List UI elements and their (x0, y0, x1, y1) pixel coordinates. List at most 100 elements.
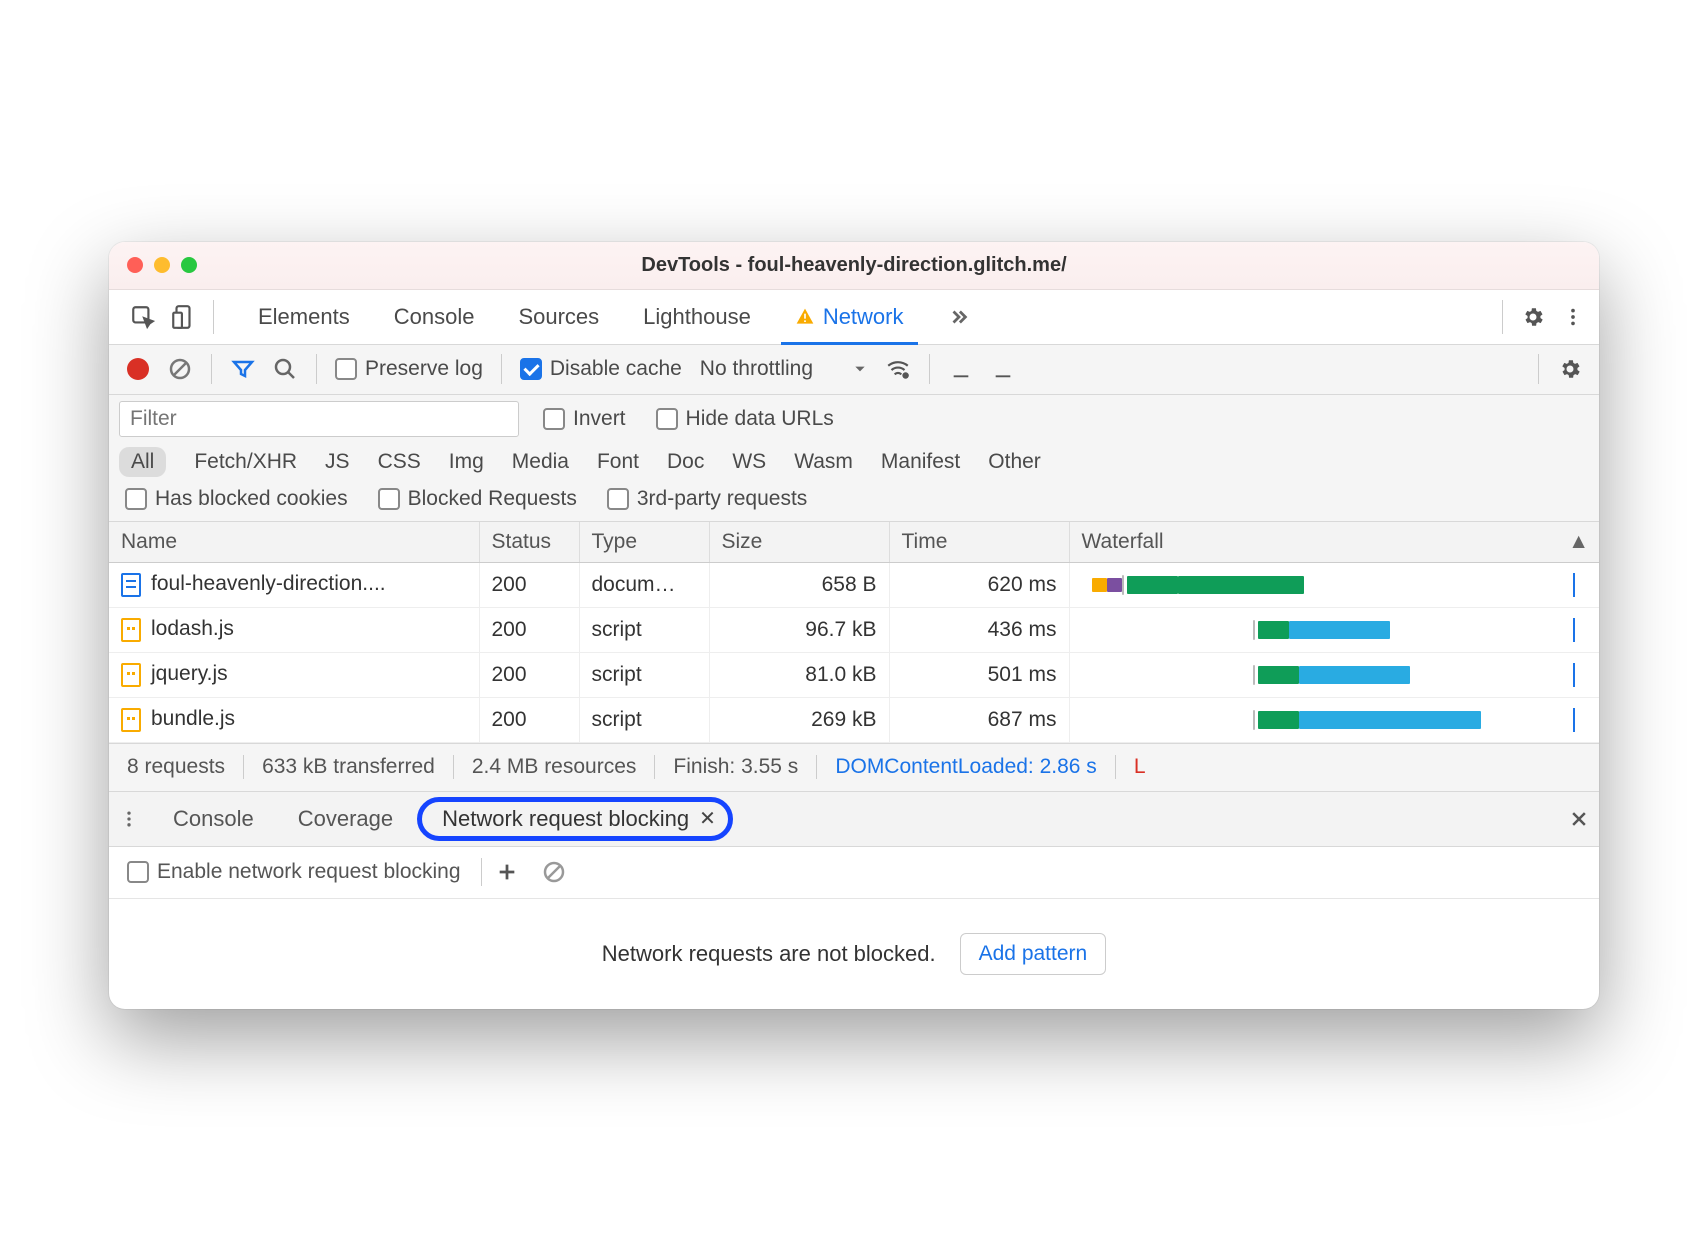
col-size[interactable]: Size (709, 522, 889, 563)
panel-settings-icon[interactable] (1551, 350, 1589, 388)
chip-font[interactable]: Font (585, 447, 651, 477)
script-icon (121, 663, 141, 687)
close-tab-icon[interactable]: ✕ (699, 806, 716, 831)
cell-time: 620 ms (889, 562, 1069, 607)
status-resources: 2.4 MB resources (454, 755, 656, 779)
drawer-tab-network-request-blocking[interactable]: Network request blocking ✕ (417, 797, 733, 841)
cell-size: 269 kB (709, 697, 889, 742)
warning-icon (795, 307, 815, 327)
add-pattern-icon[interactable] (496, 861, 528, 883)
network-toolbar: Preserve log Disable cache No throttling (109, 345, 1599, 395)
tab-console[interactable]: Console (372, 290, 497, 344)
has-blocked-cookies-checkbox[interactable]: Has blocked cookies (119, 487, 354, 511)
chip-ws[interactable]: WS (720, 447, 778, 477)
tab-lighthouse[interactable]: Lighthouse (621, 290, 773, 344)
search-icon[interactable] (266, 350, 304, 388)
status-requests: 8 requests (109, 755, 244, 779)
record-button[interactable] (119, 350, 157, 388)
waterfall-bar (1082, 705, 1588, 735)
table-row[interactable]: foul-heavenly-direction....200docum…658 … (109, 562, 1599, 607)
cell-time: 436 ms (889, 607, 1069, 652)
document-icon (121, 573, 141, 597)
network-status-bar: 8 requests 633 kB transferred 2.4 MB res… (109, 743, 1599, 791)
chip-manifest[interactable]: Manifest (869, 447, 972, 477)
col-time[interactable]: Time (889, 522, 1069, 563)
filter-toggle-icon[interactable] (224, 350, 262, 388)
chip-doc[interactable]: Doc (655, 447, 716, 477)
col-waterfall[interactable]: Waterfall▲ (1069, 522, 1599, 563)
request-blocking-toolbar: Enable network request blocking (109, 847, 1599, 899)
throttling-select[interactable]: No throttling (692, 357, 875, 381)
script-icon (121, 618, 141, 642)
sort-asc-icon: ▲ (1568, 530, 1589, 554)
col-status[interactable]: Status (479, 522, 579, 563)
enable-blocking-checkbox[interactable]: Enable network request blocking (121, 860, 467, 884)
invert-checkbox[interactable]: Invert (537, 407, 632, 431)
tab-sources[interactable]: Sources (496, 290, 621, 344)
close-drawer-icon[interactable] (1569, 809, 1589, 829)
table-row[interactable]: lodash.js 200script96.7 kB436 ms (109, 607, 1599, 652)
status-load: L (1116, 755, 1164, 779)
table-header-row: Name Status Type Size Time Waterfall▲ (109, 522, 1599, 563)
script-icon (121, 708, 141, 732)
titlebar: DevTools - foul-heavenly-direction.glitc… (109, 242, 1599, 290)
chip-wasm[interactable]: Wasm (782, 447, 865, 477)
tab-network[interactable]: Network (773, 290, 926, 344)
request-blocking-empty-state: Network requests are not blocked. Add pa… (109, 899, 1599, 1009)
remove-all-patterns-icon[interactable] (542, 860, 574, 884)
empty-message: Network requests are not blocked. (602, 941, 936, 967)
blocked-requests-checkbox[interactable]: Blocked Requests (372, 487, 583, 511)
clear-button[interactable] (161, 350, 199, 388)
cell-size: 81.0 kB (709, 652, 889, 697)
drawer-tab-coverage[interactable]: Coverage (278, 800, 413, 838)
chip-fetch-xhr[interactable]: Fetch/XHR (182, 447, 309, 477)
preserve-log-checkbox[interactable]: Preserve log (329, 357, 489, 381)
chip-all[interactable]: All (119, 447, 166, 477)
cell-time: 687 ms (889, 697, 1069, 742)
status-transferred: 633 kB transferred (244, 755, 454, 779)
waterfall-bar (1082, 570, 1588, 600)
device-toolbar-icon[interactable] (163, 297, 203, 337)
chip-js[interactable]: JS (313, 447, 362, 477)
main-tabbar: Elements Console Sources Lighthouse Netw… (109, 290, 1599, 345)
drawer-kebab-icon[interactable] (119, 809, 149, 829)
inspect-element-icon[interactable] (123, 297, 163, 337)
col-name[interactable]: Name (109, 522, 479, 563)
table-row[interactable]: jquery.js200script81.0 kB501 ms (109, 652, 1599, 697)
table-row[interactable]: bundle.js200script269 kB687 ms (109, 697, 1599, 742)
kebab-menu-icon[interactable] (1553, 297, 1593, 337)
hide-data-urls-checkbox[interactable]: Hide data URLs (650, 407, 840, 431)
import-har-icon[interactable] (942, 350, 980, 388)
add-pattern-button[interactable]: Add pattern (960, 933, 1107, 975)
cell-type: script (579, 607, 709, 652)
drawer-tabbar: Console Coverage Network request blockin… (109, 791, 1599, 847)
export-har-icon[interactable] (984, 350, 1022, 388)
more-tabs-button[interactable] (926, 290, 992, 344)
network-conditions-icon[interactable] (879, 350, 917, 388)
chip-img[interactable]: Img (437, 447, 496, 477)
chip-css[interactable]: CSS (366, 447, 433, 477)
request-name: jquery.js (151, 662, 228, 685)
window-title: DevTools - foul-heavenly-direction.glitc… (109, 254, 1599, 277)
cell-status: 200 (479, 652, 579, 697)
disable-cache-checkbox[interactable]: Disable cache (514, 357, 688, 381)
filter-bar: Invert Hide data URLs All Fetch/XHR JS C… (109, 395, 1599, 522)
waterfall-bar (1082, 615, 1588, 645)
cell-size: 96.7 kB (709, 607, 889, 652)
cell-status: 200 (479, 607, 579, 652)
request-name: bundle.js (151, 707, 235, 730)
request-name: foul-heavenly-direction.... (151, 572, 386, 595)
chip-other[interactable]: Other (976, 447, 1053, 477)
cell-time: 501 ms (889, 652, 1069, 697)
chip-media[interactable]: Media (500, 447, 581, 477)
settings-icon[interactable] (1513, 297, 1553, 337)
tab-elements[interactable]: Elements (236, 290, 372, 344)
drawer-tab-console[interactable]: Console (153, 800, 274, 838)
resource-type-filter: All Fetch/XHR JS CSS Img Media Font Doc … (119, 447, 1589, 477)
waterfall-bar (1082, 660, 1588, 690)
cell-status: 200 (479, 697, 579, 742)
col-type[interactable]: Type (579, 522, 709, 563)
filter-input[interactable] (119, 401, 519, 437)
third-party-checkbox[interactable]: 3rd-party requests (601, 487, 813, 511)
request-name: lodash.js (151, 617, 234, 640)
